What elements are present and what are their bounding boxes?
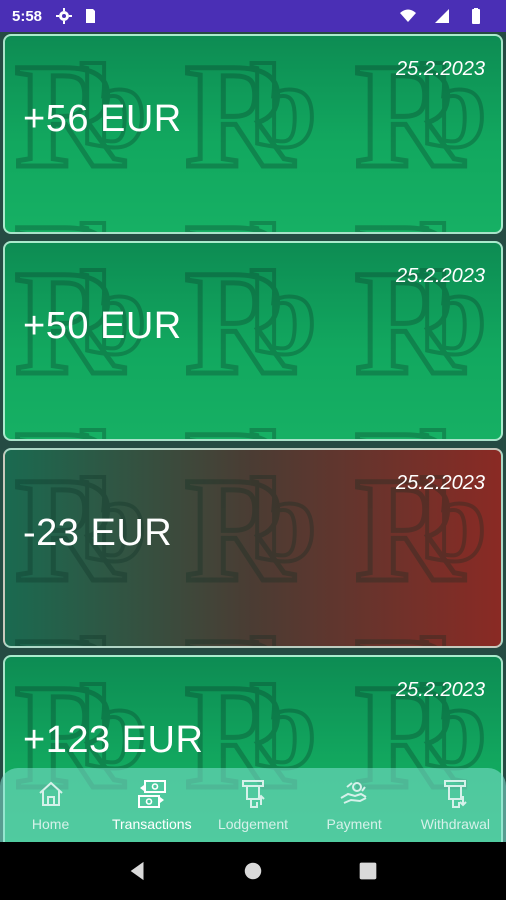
back-icon[interactable] [126, 859, 150, 883]
nav-item-lodgement[interactable]: Lodgement [203, 778, 303, 832]
battery-icon [468, 8, 484, 24]
status-time: 5:58 [12, 7, 43, 25]
transaction-card[interactable]: 25.2.2023 +50 EUR [3, 241, 503, 441]
nav-item-withdrawal[interactable]: Withdrawal [405, 778, 505, 832]
transaction-amount: +123 EUR [23, 719, 204, 761]
nav-label: Withdrawal [420, 816, 490, 832]
bottom-navigation: Home Transactions Lodgement Payment With… [0, 768, 506, 842]
transaction-amount: -23 EUR [23, 512, 173, 554]
withdrawal-icon [444, 780, 468, 808]
lodgement-icon [241, 780, 265, 808]
wifi-icon [400, 8, 416, 24]
nav-label: Transactions [111, 816, 192, 832]
home-icon [38, 781, 63, 806]
transaction-date: 25.2.2023 [396, 679, 485, 701]
signal-icon [434, 8, 450, 24]
nav-label: Lodgement [217, 816, 288, 832]
gear-icon [56, 8, 73, 24]
nav-item-home[interactable]: Home [1, 778, 101, 832]
recents-icon[interactable] [356, 859, 380, 883]
transaction-card[interactable]: 25.2.2023 -23 EUR [3, 448, 503, 648]
transactions-list[interactable]: R b 25.2.2023 +56 EUR 25.2.2023 +50 EUR … [0, 32, 506, 842]
transaction-date: 25.2.2023 [396, 265, 485, 287]
home-circle-icon[interactable] [241, 859, 265, 883]
transaction-date: 25.2.2023 [396, 58, 485, 80]
payment-icon [340, 782, 367, 804]
status-bar: 5:58 [0, 0, 506, 32]
nav-label: Home [31, 816, 70, 832]
nav-item-payment[interactable]: Payment [304, 778, 404, 832]
transaction-date: 25.2.2023 [396, 472, 485, 494]
nav-item-transactions[interactable]: Transactions [102, 778, 202, 832]
nav-label: Payment [326, 816, 382, 832]
transaction-card[interactable]: 25.2.2023 +56 EUR [3, 34, 503, 234]
transaction-amount: +56 EUR [23, 98, 182, 140]
system-navigation-bar [0, 842, 506, 900]
transaction-amount: +50 EUR [23, 305, 182, 347]
transactions-icon [137, 780, 166, 808]
sim-card-icon [82, 8, 98, 24]
